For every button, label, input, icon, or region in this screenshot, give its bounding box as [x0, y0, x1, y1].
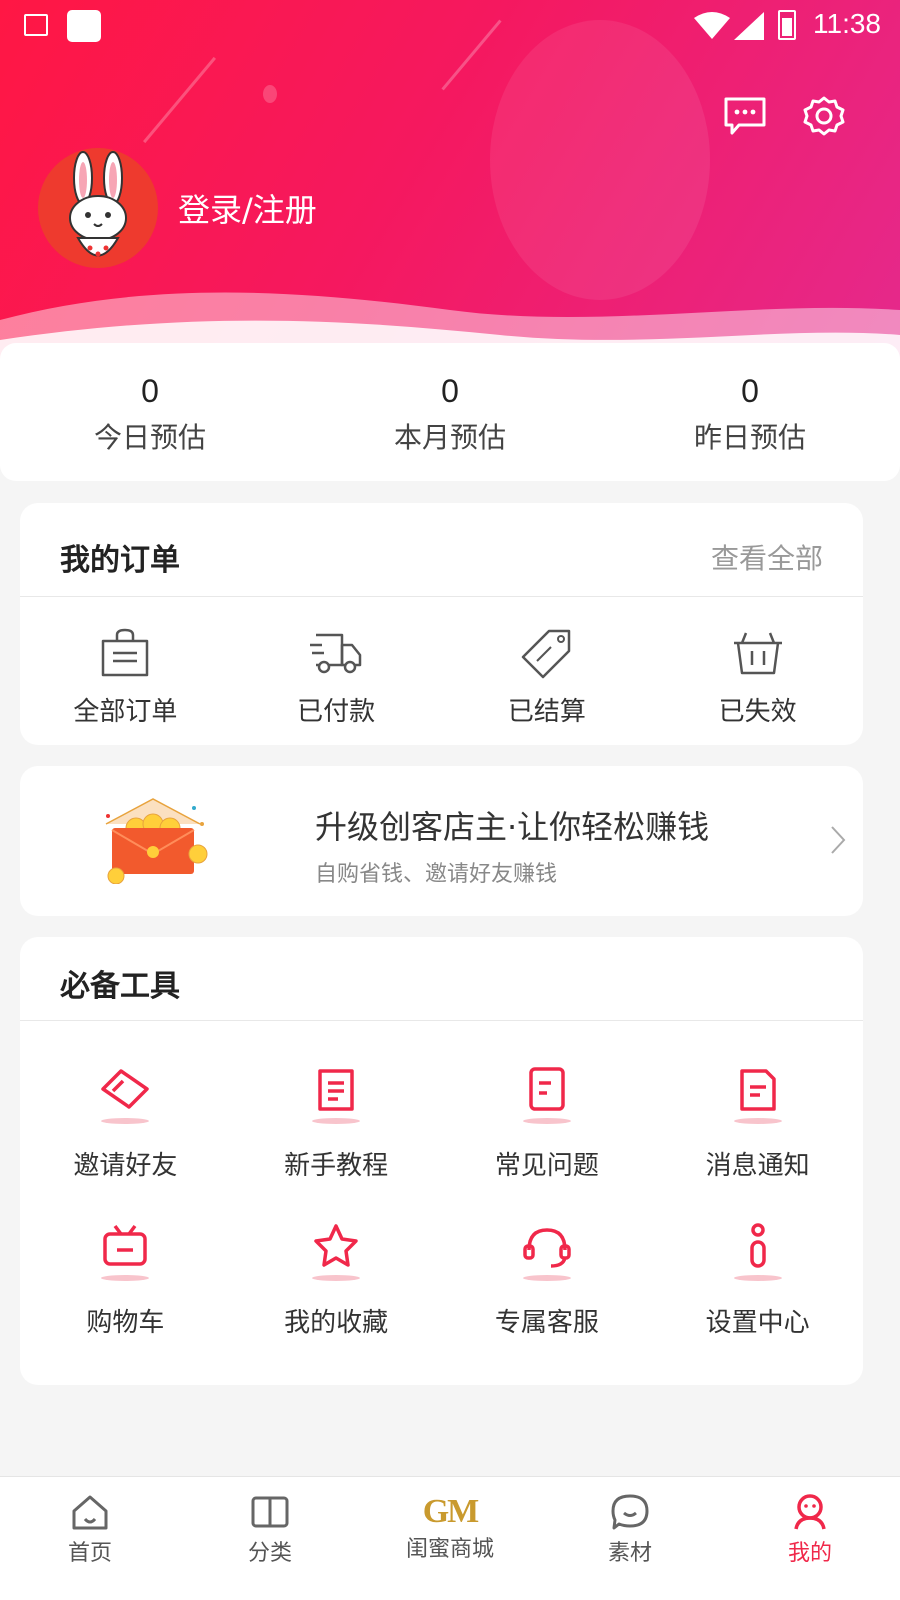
headset-icon: [522, 1228, 571, 1281]
tools-header: 必备工具: [20, 937, 863, 1021]
invite-card-icon: [101, 1069, 150, 1124]
order-settled-button[interactable]: 已结算: [442, 597, 653, 728]
home-icon: [72, 1495, 108, 1530]
tab-label: 分类: [247, 1541, 292, 1566]
view-all-orders-link[interactable]: 查看全部: [711, 537, 823, 577]
app-notification-icon: [67, 10, 101, 42]
stat-yesterday[interactable]: 0 昨日预估: [600, 343, 900, 481]
rabbit-avatar-icon: [69, 151, 127, 257]
tool-customer-service[interactable]: 专属客服: [442, 1220, 653, 1339]
tool-label: 设置中心: [705, 1308, 810, 1338]
header-decoration: [490, 20, 710, 300]
tab-category[interactable]: 分类: [180, 1477, 360, 1600]
tool-label: 专属客服: [494, 1308, 599, 1338]
sale-tag-icon: [521, 629, 571, 679]
tab-home[interactable]: 首页: [0, 1477, 180, 1600]
tutorial-document-icon: [312, 1069, 361, 1124]
login-register-link[interactable]: 登录/注册: [178, 185, 317, 231]
tab-gm-mall[interactable]: GM 闺蜜商城: [360, 1477, 540, 1600]
message-icon[interactable]: [723, 96, 767, 136]
tool-label: 购物车: [86, 1308, 165, 1338]
settings-icon[interactable]: [802, 96, 846, 136]
orders-card: 我的订单 查看全部 全部订单 已付款 已结算 已失效: [20, 503, 863, 745]
cart-tv-icon: [101, 1224, 150, 1281]
wifi-icon: [694, 12, 730, 39]
stat-month[interactable]: 0 本月预估: [300, 343, 600, 481]
gallery-notification-icon: [24, 14, 48, 36]
stat-value: 0: [441, 373, 459, 409]
earnings-stats: 0 今日预估 0 本月预估 0 昨日预估: [0, 343, 900, 481]
avatar[interactable]: [38, 148, 158, 268]
chevron-right-icon: [831, 826, 846, 854]
stat-value: 0: [741, 373, 759, 409]
order-label: 全部订单: [73, 697, 178, 727]
star-icon: [312, 1224, 361, 1281]
order-expired-button[interactable]: 已失效: [652, 597, 863, 728]
tool-label: 邀请好友: [73, 1151, 178, 1181]
basket-icon: [733, 632, 782, 675]
tool-label: 消息通知: [705, 1151, 810, 1181]
tool-faq[interactable]: 常见问题: [442, 1063, 653, 1182]
tool-notifications[interactable]: 消息通知: [652, 1063, 863, 1182]
tab-mine[interactable]: 我的: [720, 1477, 900, 1600]
order-label: 已失效: [718, 697, 797, 727]
tool-settings-center[interactable]: 设置中心: [652, 1220, 863, 1339]
chat-bubble-icon: [611, 1494, 649, 1530]
book-icon: [251, 1496, 289, 1528]
tool-tutorial[interactable]: 新手教程: [231, 1063, 442, 1182]
tab-label: 闺蜜商城: [405, 1537, 494, 1562]
tool-label: 我的收藏: [284, 1308, 389, 1338]
tool-cart[interactable]: 购物车: [20, 1220, 231, 1339]
upgrade-promo-banner[interactable]: 升级创客店主·让你轻松赚钱 自购省钱、邀请好友赚钱: [20, 766, 863, 916]
faq-document-icon: [522, 1067, 571, 1124]
shopping-bag-icon: [102, 628, 149, 677]
stat-label: 昨日预估: [693, 421, 806, 454]
stat-value: 0: [141, 373, 159, 409]
promo-title: 升级创客店主·让你轻松赚钱: [315, 808, 710, 846]
signal-icon: [734, 12, 764, 40]
tab-label: 素材: [607, 1541, 652, 1566]
status-time: 11:38: [813, 8, 881, 39]
stat-label: 今日预估: [93, 421, 206, 454]
profile-icon: [794, 1494, 826, 1530]
order-label: 已付款: [297, 697, 376, 727]
tool-favorites[interactable]: 我的收藏: [231, 1220, 442, 1339]
header-decoration: [263, 85, 277, 103]
gm-logo: GM: [422, 1493, 480, 1530]
status-bar: 11:38: [0, 0, 900, 52]
red-envelope-icon: [105, 798, 208, 884]
tab-material[interactable]: 素材: [540, 1477, 720, 1600]
tools-card: 必备工具 邀请好友 新手教程 常见问题 消息通知 购物车 我的收藏 专属客服 设…: [20, 937, 863, 1385]
tool-label: 常见问题: [494, 1151, 599, 1181]
tools-title: 必备工具: [60, 969, 180, 1004]
promo-subtitle: 自购省钱、邀请好友赚钱: [315, 862, 558, 887]
tab-label: 我的: [787, 1541, 832, 1566]
bottom-tab-bar: 首页 分类 GM 闺蜜商城 素材 我的: [0, 1476, 900, 1600]
delivery-truck-icon: [310, 633, 362, 674]
tab-label: 首页: [67, 1541, 112, 1566]
order-paid-button[interactable]: 已付款: [231, 597, 442, 728]
tool-invite-friends[interactable]: 邀请好友: [20, 1063, 231, 1182]
stat-today[interactable]: 0 今日预估: [0, 343, 300, 481]
orders-title: 我的订单: [60, 543, 180, 578]
info-settings-icon: [733, 1223, 782, 1281]
header-decoration: [142, 56, 217, 144]
order-label: 已结算: [507, 697, 586, 727]
order-all-button[interactable]: 全部订单: [20, 597, 231, 728]
notification-document-icon: [733, 1069, 782, 1124]
orders-header: 我的订单 查看全部: [20, 503, 863, 597]
battery-icon: [778, 10, 796, 40]
tool-label: 新手教程: [284, 1151, 389, 1181]
stat-label: 本月预估: [393, 421, 506, 454]
